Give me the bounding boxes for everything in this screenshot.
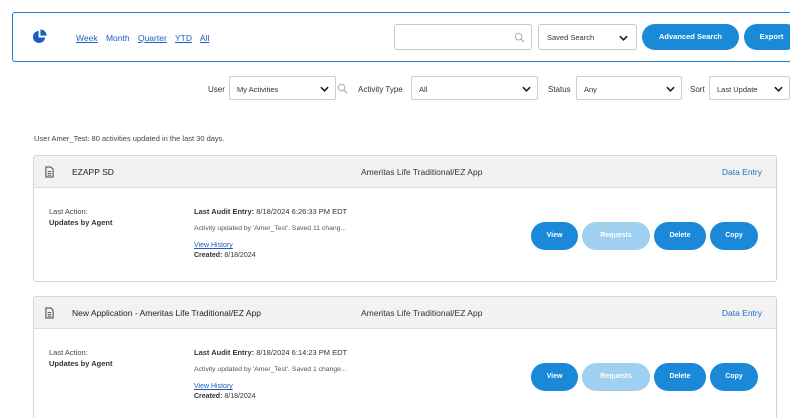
last-action-value: Updates by Agent xyxy=(49,218,113,227)
pie-chart-icon[interactable] xyxy=(32,29,47,44)
activity-card: New Application - Ameritas Life Traditio… xyxy=(33,296,777,418)
created-value: 8/18/2024 xyxy=(224,252,256,259)
period-month-link[interactable]: Month xyxy=(106,33,130,43)
chevron-down-icon xyxy=(619,35,628,41)
magnifier-icon[interactable] xyxy=(514,32,525,43)
user-filter-value: My Activities xyxy=(237,85,279,94)
view-button[interactable]: View xyxy=(531,222,578,250)
activity-card: EZAPP SD Ameritas Life Traditional/EZ Ap… xyxy=(33,155,777,282)
sort-value: Last Update xyxy=(717,85,758,94)
requests-button[interactable]: Requests xyxy=(582,222,650,250)
copy-button[interactable]: Copy xyxy=(710,222,758,250)
top-toolbar: Week Month Quarter YTD All Saved Search … xyxy=(12,12,790,62)
chevron-down-icon xyxy=(522,86,531,92)
period-ytd-link[interactable]: YTD xyxy=(175,33,192,43)
data-entry-link[interactable]: Data Entry xyxy=(722,167,762,177)
saved-search-select[interactable]: Saved Search xyxy=(538,24,637,50)
activity-text: Activity updated by 'Amer_Test'. Saved 1… xyxy=(194,225,347,232)
last-action-value: Updates by Agent xyxy=(49,359,113,368)
period-all-link[interactable]: All xyxy=(200,33,209,43)
data-entry-link[interactable]: Data Entry xyxy=(722,308,762,318)
activity-text: Activity updated by 'Amer_Test'. Saved 1… xyxy=(194,366,347,373)
user-filter-select[interactable]: My Activities xyxy=(229,76,336,100)
last-audit-entry: Last Audit Entry: 8/18/2024 6:26:33 PM E… xyxy=(194,207,347,216)
delete-button[interactable]: Delete xyxy=(654,363,706,391)
status-value: Any xyxy=(584,85,597,94)
created-date: Created: 8/18/2024 xyxy=(194,252,256,259)
view-button[interactable]: View xyxy=(531,363,578,391)
sort-label: Sort xyxy=(690,85,705,94)
status-select[interactable]: Any xyxy=(576,76,682,100)
audit-value: 8/18/2024 6:26:33 PM EDT xyxy=(256,207,348,216)
search-input[interactable] xyxy=(395,25,505,49)
audit-value: 8/18/2024 6:14:23 PM EDT xyxy=(256,348,348,357)
period-links: Week Month Quarter YTD All xyxy=(76,33,215,43)
document-icon xyxy=(45,307,54,319)
requests-button[interactable]: Requests xyxy=(582,363,650,391)
user-filter-label: User xyxy=(208,85,225,94)
period-quarter-link[interactable]: Quarter xyxy=(138,33,167,43)
activity-type-select[interactable]: All xyxy=(411,76,538,100)
card-header: EZAPP SD Ameritas Life Traditional/EZ Ap… xyxy=(34,156,776,188)
created-label: Created: xyxy=(194,252,223,259)
search-box xyxy=(394,24,532,50)
document-icon xyxy=(45,166,54,178)
created-value: 8/18/2024 xyxy=(224,393,256,400)
last-action-label: Last Action: xyxy=(49,348,88,357)
advanced-search-button[interactable]: Advanced Search xyxy=(642,24,739,50)
card-product: Ameritas Life Traditional/EZ App xyxy=(361,167,483,177)
activity-type-value: All xyxy=(419,85,428,94)
sort-select[interactable]: Last Update xyxy=(709,76,790,100)
activity-type-label: Activity Type xyxy=(358,85,403,94)
period-week-link[interactable]: Week xyxy=(76,33,98,43)
chevron-down-icon xyxy=(774,86,783,92)
card-title: New Application - Ameritas Life Traditio… xyxy=(72,308,261,318)
last-audit-entry: Last Audit Entry: 8/18/2024 6:14:23 PM E… xyxy=(194,348,347,357)
card-product: Ameritas Life Traditional/EZ App xyxy=(361,308,483,318)
delete-button[interactable]: Delete xyxy=(654,222,706,250)
created-label: Created: xyxy=(194,393,223,400)
last-action-label: Last Action: xyxy=(49,207,88,216)
created-date: Created: 8/18/2024 xyxy=(194,393,256,400)
audit-label: Last Audit Entry: xyxy=(194,207,255,216)
export-button[interactable]: Export xyxy=(744,24,790,50)
magnifier-icon[interactable] xyxy=(337,83,348,94)
view-history-link[interactable]: View History xyxy=(194,383,233,390)
copy-button[interactable]: Copy xyxy=(710,363,758,391)
audit-label: Last Audit Entry: xyxy=(194,348,255,357)
view-history-link[interactable]: View History xyxy=(194,242,233,249)
card-title: EZAPP SD xyxy=(72,167,114,177)
activity-summary: User Amer_Test: 80 activities updated in… xyxy=(34,134,225,143)
card-header: New Application - Ameritas Life Traditio… xyxy=(34,297,776,329)
chevron-down-icon xyxy=(666,86,675,92)
saved-search-value: Saved Search xyxy=(547,33,595,42)
status-label: Status xyxy=(548,85,571,94)
chevron-down-icon xyxy=(320,86,329,92)
